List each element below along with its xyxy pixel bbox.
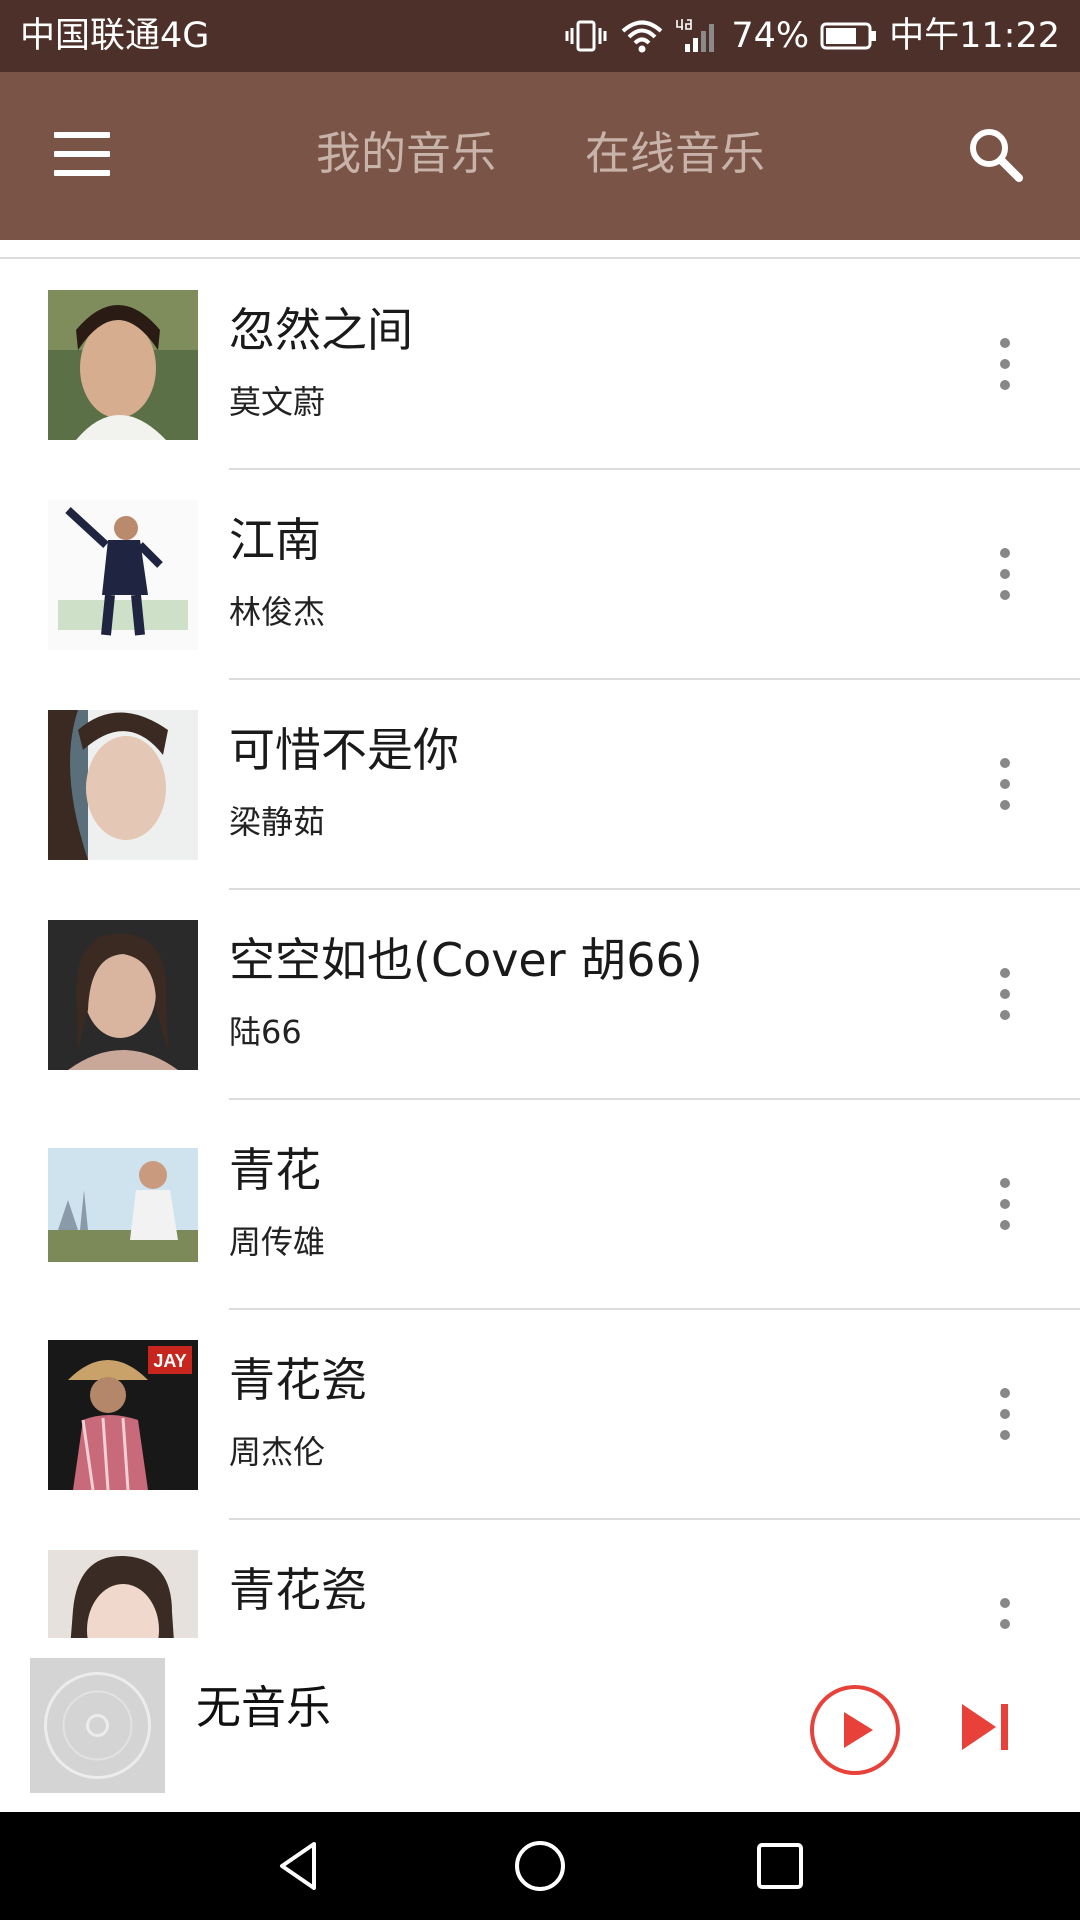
more-options-icon[interactable] [985,1596,1025,1638]
song-artist: 梁静茹 [229,803,326,841]
now-playing-title: 无音乐 [196,1681,332,1734]
signal-4g-icon [676,19,715,52]
home-icon[interactable] [510,1836,570,1896]
song-title: 可惜不是你 [229,723,459,777]
album-placeholder-icon[interactable] [30,1658,165,1793]
jay-logo-text: JAY [153,1351,186,1371]
more-options-icon[interactable] [985,1176,1025,1232]
battery-percent: 74% [731,16,810,56]
song-row[interactable]: 青花 周传雄 [0,1100,1080,1310]
album-cover [48,710,198,860]
clock: 中午11:22 [889,16,1060,56]
carrier-label: 中国联通4G [20,16,210,56]
song-list[interactable]: 忽然之间 莫文蔚 江南 林俊杰 可惜不是你 梁静茹 空空如也(Cover 胡66… [0,240,1080,1638]
song-title: 空空如也(Cover 胡66) [229,933,703,987]
song-title: 青花瓷 [229,1353,367,1407]
song-row[interactable]: 青花瓷 [0,1520,1080,1638]
song-row[interactable]: JAY 青花瓷 周杰伦 [0,1310,1080,1520]
more-options-icon[interactable] [985,546,1025,602]
list-top-divider [0,257,1080,259]
hamburger-menu-icon[interactable] [52,130,112,178]
back-icon[interactable] [270,1836,330,1896]
search-icon[interactable] [965,124,1025,184]
song-row[interactable]: 可惜不是你 梁静茹 [0,680,1080,890]
song-artist: 林俊杰 [229,593,326,631]
album-cover [48,920,198,1070]
tab-my-music[interactable]: 我的音乐 [316,122,496,186]
more-options-icon[interactable] [985,966,1025,1022]
system-nav-bar [0,1812,1080,1920]
song-title: 忽然之间 [229,303,413,357]
album-cover [48,1130,198,1280]
status-icons: 74% 中午11:22 [563,12,1060,60]
song-title: 江南 [229,513,321,567]
more-options-icon[interactable] [985,756,1025,812]
album-cover [48,290,198,440]
song-artist: 周杰伦 [229,1433,326,1471]
album-cover [48,1550,198,1638]
app-toolbar: 我的音乐 在线音乐 [0,72,1080,240]
song-row[interactable]: 空空如也(Cover 胡66) 陆66 [0,890,1080,1100]
recent-apps-icon[interactable] [750,1836,810,1896]
more-options-icon[interactable] [985,336,1025,392]
album-cover [48,500,198,650]
song-row[interactable]: 江南 林俊杰 [0,470,1080,680]
song-title: 青花瓷 [229,1563,367,1617]
battery-icon [820,22,877,50]
song-artist: 周传雄 [229,1223,326,1261]
album-cover: JAY [48,1340,198,1490]
song-artist: 莫文蔚 [229,383,326,421]
play-icon[interactable] [809,1684,901,1776]
next-icon[interactable] [958,1700,1012,1754]
vibrate-icon [565,20,607,52]
status-bar: 中国联通4G 74% 中午11:22 [0,0,1080,72]
wifi-icon [621,20,663,53]
mini-player[interactable]: 无音乐 [0,1638,1080,1812]
more-options-icon[interactable] [985,1386,1025,1442]
song-row[interactable]: 忽然之间 莫文蔚 [0,260,1080,470]
song-title: 青花 [229,1143,321,1197]
tab-online-music[interactable]: 在线音乐 [585,122,765,186]
song-artist: 陆66 [229,1013,302,1051]
